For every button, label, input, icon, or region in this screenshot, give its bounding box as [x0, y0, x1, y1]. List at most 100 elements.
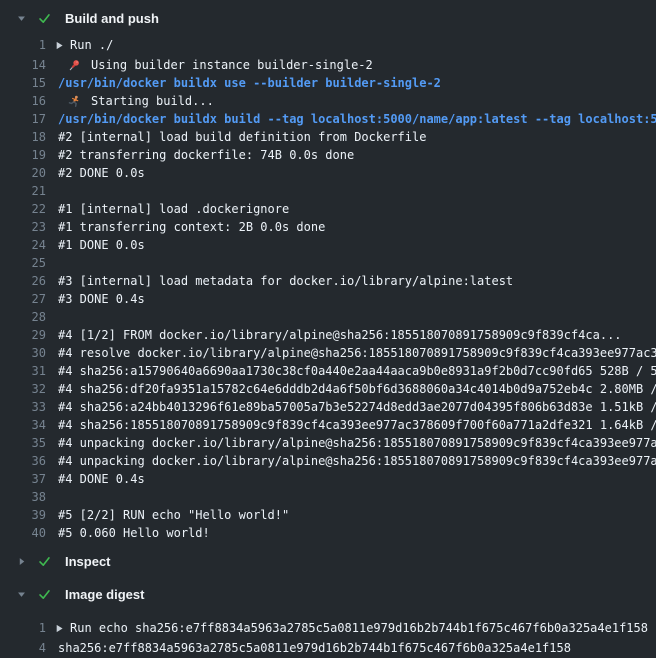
line-number[interactable]: 36 — [0, 452, 46, 470]
line-content: #2 DONE 0.0s — [58, 164, 145, 182]
line-text: #2 [internal] load build definition from… — [58, 128, 426, 146]
log-line: 36 #4 unpacking docker.io/library/alpine@… — [0, 452, 656, 470]
log-line: 30 #4 resolve docker.io/library/alpine@sh… — [0, 344, 656, 362]
log-line: 20 #2 DONE 0.0s — [0, 164, 656, 182]
line-number[interactable]: 25 — [0, 254, 46, 272]
line-number[interactable]: 14 — [0, 56, 46, 74]
line-content: Using builder instance builder-single-2 — [58, 56, 373, 74]
chevron-right-icon — [16, 556, 27, 567]
log-line: 32 #4 sha256:df20fa9351a15782c64e6dddb2d4… — [0, 380, 656, 398]
log-line: 26 #3 [internal] load metadata for docker… — [0, 272, 656, 290]
line-content: Run ./ — [55, 36, 113, 54]
log-line: 40 #5 0.060 Hello world! — [0, 524, 656, 542]
line-content: #2 transferring dockerfile: 74B 0.0s don… — [58, 146, 354, 164]
log-line: 16 Starting build... — [0, 92, 656, 110]
line-text: #1 [internal] load .dockerignore — [58, 200, 289, 218]
section-title-inspect: Inspect — [65, 554, 111, 569]
log-line: 23 #1 transferring context: 2B 0.0s done — [0, 218, 656, 236]
line-text: Run echo sha256:e7ff8834a5963a2785c5a081… — [70, 619, 648, 637]
line-text: #3 [internal] load metadata for docker.i… — [58, 272, 513, 290]
line-content: #1 [internal] load .dockerignore — [58, 200, 289, 218]
log-line: 1 Run echo sha256:e7ff8834a5963a2785c5a08… — [0, 619, 656, 637]
runner-icon — [68, 95, 81, 108]
check-icon — [38, 12, 51, 25]
line-number[interactable]: 31 — [0, 362, 46, 380]
line-text: #4 sha256:185518070891758909c9f839cf4ca3… — [58, 416, 656, 434]
line-content: #4 DONE 0.4s — [58, 470, 145, 488]
line-text: #3 DONE 0.4s — [58, 290, 145, 308]
log-line: 35 #4 unpacking docker.io/library/alpine@… — [0, 434, 656, 452]
log-line: 33 #4 sha256:a24bb4013296f61e89ba57005a7b… — [0, 398, 656, 416]
section-header-inspect[interactable]: Inspect — [0, 552, 656, 570]
line-number[interactable]: 21 — [0, 182, 46, 200]
log-line: 4 sha256:e7ff8834a5963a2785c5a0811e979d16… — [0, 639, 656, 657]
line-text: sha256:e7ff8834a5963a2785c5a0811e979d16b… — [58, 639, 571, 657]
line-content: #1 transferring context: 2B 0.0s done — [58, 218, 325, 236]
log-line: 15/usr/bin/docker buildx use --builder b… — [0, 74, 656, 92]
line-number[interactable]: 35 — [0, 434, 46, 452]
line-text: #4 sha256:a15790640a6690aa1730c38cf0a440… — [58, 362, 656, 380]
line-number[interactable]: 23 — [0, 218, 46, 236]
line-content: Run echo sha256:e7ff8834a5963a2785c5a081… — [55, 619, 648, 637]
line-number[interactable]: 1 — [0, 36, 46, 54]
section-title-digest: Image digest — [65, 587, 144, 602]
log-line: 17/usr/bin/docker buildx build --tag loc… — [0, 110, 656, 128]
line-number[interactable]: 34 — [0, 416, 46, 434]
line-number[interactable]: 22 — [0, 200, 46, 218]
play-arrow-icon[interactable] — [55, 624, 64, 633]
log-line: 29 #4 [1/2] FROM docker.io/library/alpine… — [0, 326, 656, 344]
log-line: 21 — [0, 182, 656, 200]
line-number[interactable]: 19 — [0, 146, 46, 164]
line-number[interactable]: 33 — [0, 398, 46, 416]
section-header-build[interactable]: Build and push — [0, 9, 656, 27]
log-line: 31 #4 sha256:a15790640a6690aa1730c38cf0a4… — [0, 362, 656, 380]
line-content: #4 sha256:a24bb4013296f61e89ba57005a7b3e… — [58, 398, 656, 416]
line-content: #5 [2/2] RUN echo "Hello world!" — [58, 506, 289, 524]
line-content: #4 unpacking docker.io/library/alpine@sh… — [58, 434, 656, 452]
line-number[interactable]: 38 — [0, 488, 46, 506]
log-line: 19 #2 transferring dockerfile: 74B 0.0s d… — [0, 146, 656, 164]
line-text: #4 resolve docker.io/library/alpine@sha2… — [58, 344, 656, 362]
line-text: /usr/bin/docker buildx use --builder bui… — [58, 74, 441, 92]
line-text: #4 [1/2] FROM docker.io/library/alpine@s… — [58, 326, 622, 344]
line-number[interactable]: 32 — [0, 380, 46, 398]
line-content: #4 [1/2] FROM docker.io/library/alpine@s… — [58, 326, 622, 344]
line-number[interactable]: 37 — [0, 470, 46, 488]
line-text: #1 transferring context: 2B 0.0s done — [58, 218, 325, 236]
line-content: #4 sha256:df20fa9351a15782c64e6dddb2d4a6… — [58, 380, 656, 398]
line-number[interactable]: 39 — [0, 506, 46, 524]
line-content: #4 sha256:185518070891758909c9f839cf4ca3… — [58, 416, 656, 434]
line-text: /usr/bin/docker buildx build --tag local… — [58, 110, 656, 128]
line-number[interactable]: 30 — [0, 344, 46, 362]
line-content: #2 [internal] load build definition from… — [58, 128, 426, 146]
check-icon — [38, 588, 51, 601]
line-content: #4 unpacking docker.io/library/alpine@sh… — [58, 452, 656, 470]
line-number[interactable]: 27 — [0, 290, 46, 308]
log-line: 18 #2 [internal] load build definition fr… — [0, 128, 656, 146]
line-number[interactable]: 20 — [0, 164, 46, 182]
line-number[interactable]: 26 — [0, 272, 46, 290]
line-text: #4 unpacking docker.io/library/alpine@sh… — [58, 452, 656, 470]
line-number[interactable]: 29 — [0, 326, 46, 344]
line-number[interactable]: 1 — [0, 619, 46, 637]
line-number[interactable]: 4 — [0, 639, 46, 657]
line-text: Using builder instance builder-single-2 — [91, 56, 373, 74]
play-arrow-icon[interactable] — [55, 41, 64, 50]
line-text: Starting build... — [91, 92, 214, 110]
log-line: 27 #3 DONE 0.4s — [0, 290, 656, 308]
log-line: 22 #1 [internal] load .dockerignore — [0, 200, 656, 218]
line-number[interactable]: 16 — [0, 92, 46, 110]
line-text: #5 0.060 Hello world! — [58, 524, 210, 542]
line-text: #4 unpacking docker.io/library/alpine@sh… — [58, 434, 656, 452]
line-number[interactable]: 28 — [0, 308, 46, 326]
line-number[interactable]: 17 — [0, 110, 46, 128]
line-content: sha256:e7ff8834a5963a2785c5a0811e979d16b… — [58, 639, 571, 657]
line-number[interactable]: 24 — [0, 236, 46, 254]
line-number[interactable]: 40 — [0, 524, 46, 542]
line-text: #2 transferring dockerfile: 74B 0.0s don… — [58, 146, 354, 164]
section-header-digest[interactable]: Image digest — [0, 585, 656, 603]
line-number[interactable]: 15 — [0, 74, 46, 92]
line-text: #4 DONE 0.4s — [58, 470, 145, 488]
line-number[interactable]: 18 — [0, 128, 46, 146]
line-content: #5 0.060 Hello world! — [58, 524, 210, 542]
